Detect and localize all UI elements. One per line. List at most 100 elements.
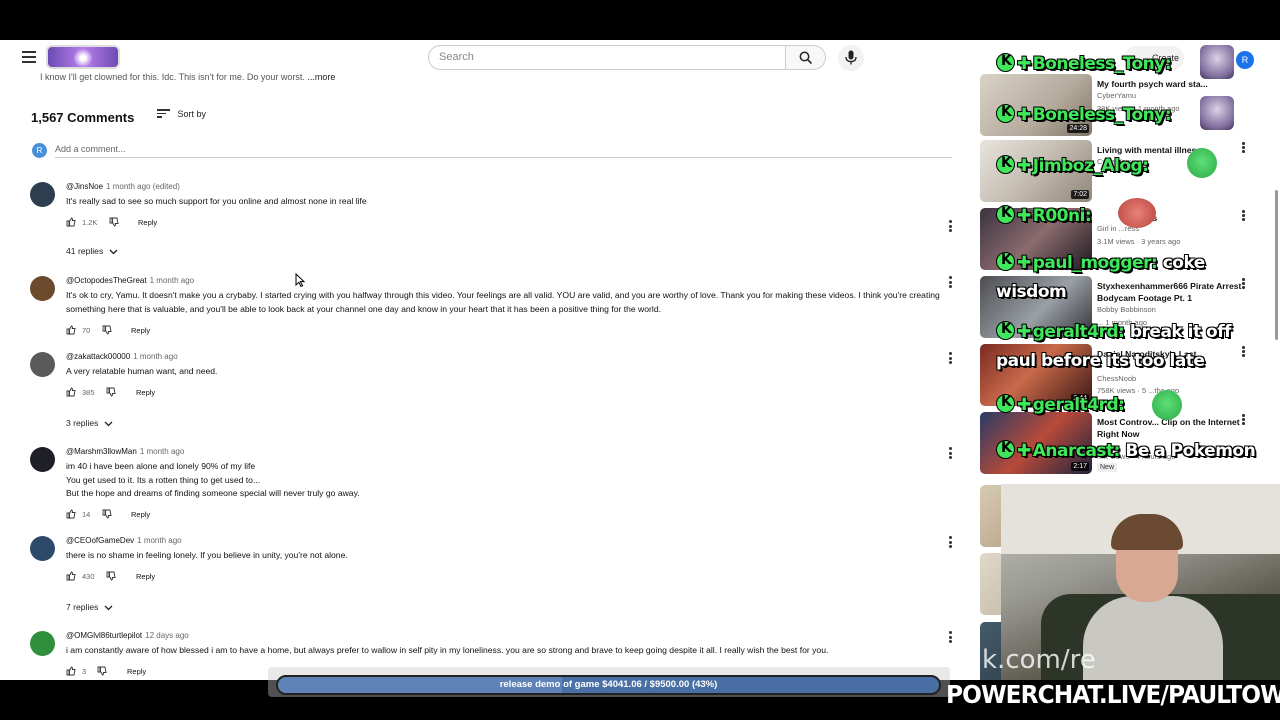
comment-text: there is no shame in feeling lonely. If … <box>66 550 348 560</box>
avatar[interactable] <box>30 631 55 656</box>
avatar[interactable]: R <box>1236 51 1254 69</box>
video-title[interactable]: My fourth psych ward sta... <box>1097 78 1249 90</box>
search-input[interactable]: Search <box>428 45 786 70</box>
more-options-icon[interactable] <box>1242 142 1248 154</box>
chat-text: Be a Pokemon <box>1125 441 1256 461</box>
reply-button[interactable]: Reply <box>131 510 150 519</box>
description-text: I know I'll get clowned for this. Idc. T… <box>40 72 305 82</box>
chevron-down-icon <box>105 421 113 427</box>
avatar[interactable] <box>30 182 55 207</box>
lips-emote-icon <box>1118 198 1156 228</box>
reply-button[interactable]: Reply <box>131 326 150 335</box>
comment-author[interactable]: @zakattack00000 <box>66 352 130 361</box>
video-title[interactable]: Most Controv... Clip on the Internet Rig… <box>1097 416 1249 440</box>
view-replies-button[interactable]: 7 replies <box>66 602 113 612</box>
chat-text: coke <box>1162 253 1206 273</box>
menu-icon[interactable] <box>22 51 36 63</box>
chat-message: ✚Boneless_Tony: <box>996 104 1172 125</box>
comment-author[interactable]: @CEOofGameDev <box>66 536 134 545</box>
dislike-icon[interactable] <box>109 217 119 227</box>
dislike-icon[interactable] <box>102 325 112 335</box>
like-icon[interactable] <box>66 325 76 335</box>
more-options-icon[interactable] <box>1242 210 1248 222</box>
voice-search-button[interactable] <box>838 45 864 71</box>
comment-item: @CEOofGameDev 1 month ago there is no sha… <box>30 536 960 616</box>
comment-text: A very relatable human want, and need. <box>66 366 218 376</box>
dislike-icon[interactable] <box>106 387 116 397</box>
comment-header: @OMGlvl86turtlepilot 12 days ago <box>66 631 189 640</box>
like-icon[interactable] <box>66 509 76 519</box>
sort-label: Sort by <box>177 109 207 119</box>
like-count: 430 <box>82 572 95 581</box>
reply-button[interactable]: Reply <box>138 218 157 227</box>
replies-count: 7 replies <box>66 602 99 612</box>
comment-time[interactable]: 1 month ago <box>150 276 194 285</box>
comment-author[interactable]: @OctopodesTheGreat <box>66 276 147 285</box>
more-options-icon[interactable] <box>1242 346 1248 358</box>
comment-header: @JinsNoe 1 month ago (edited) <box>66 182 180 191</box>
channel-name[interactable]: CyberYamu <box>1097 91 1136 100</box>
channel-name[interactable]: ChessNoob <box>1097 374 1136 383</box>
comment-line: You get used to it. Its a rotten thing t… <box>66 474 261 485</box>
kick-icon <box>996 104 1015 123</box>
kick-icon <box>996 155 1015 174</box>
chat-message: ✚paul_mogger: coke <box>996 252 1205 273</box>
like-icon[interactable] <box>66 666 76 676</box>
show-more-link[interactable]: ...more <box>307 72 335 82</box>
avatar[interactable] <box>30 536 55 561</box>
like-icon[interactable] <box>66 217 76 227</box>
comment-author[interactable]: @OMGlvl86turtlepilot <box>66 631 142 640</box>
channel-name[interactable]: Bobby Bobbinson <box>1097 305 1156 314</box>
like-count: 385 <box>82 388 95 397</box>
comment-time[interactable]: 1 month ago <box>133 352 177 361</box>
comment-time[interactable]: 1 month ago <box>137 536 181 545</box>
search-button[interactable] <box>786 45 826 70</box>
more-options-icon[interactable] <box>945 536 955 550</box>
comment-time[interactable]: 12 days ago <box>145 631 189 640</box>
chat-username: R00ni: <box>1032 206 1092 226</box>
chat-message: wisdom <box>996 282 1067 302</box>
more-options-icon[interactable] <box>1242 278 1248 290</box>
view-replies-button[interactable]: 41 replies <box>66 246 118 256</box>
like-count: 1.2K <box>82 218 98 227</box>
comment-time[interactable]: 1 month ago (edited) <box>106 182 180 191</box>
more-options-icon[interactable] <box>1242 414 1248 426</box>
video-duration: 24:28 <box>1067 124 1089 133</box>
view-replies-button[interactable]: 3 replies <box>66 418 113 428</box>
video-title[interactable]: Styxhexenhammer666 Pirate Arrest Bodycam… <box>1097 280 1249 304</box>
more-options-icon[interactable] <box>945 276 955 290</box>
avatar[interactable] <box>30 352 55 377</box>
comment-author[interactable]: @Marshm3llowMan <box>66 447 137 456</box>
description-snippet: I know I'll get clowned for this. Idc. T… <box>40 72 335 82</box>
like-icon[interactable] <box>66 387 76 397</box>
reply-button[interactable]: Reply <box>127 667 146 676</box>
new-badge: New <box>1097 463 1118 472</box>
dislike-icon[interactable] <box>97 666 107 676</box>
more-options-icon[interactable] <box>945 352 955 366</box>
comment-count: 1,567 Comments <box>31 110 135 125</box>
video-duration: 7:02 <box>1071 190 1089 199</box>
sort-by-button[interactable]: Sort by <box>157 109 206 120</box>
chevron-down-icon <box>109 249 118 255</box>
chat-message: paul before its too late <box>996 351 1205 371</box>
scrollbar[interactable] <box>1275 190 1278 340</box>
donation-goal-text: release demo of game $4041.06 / $9500.00… <box>499 679 718 690</box>
reply-button[interactable]: Reply <box>136 388 155 397</box>
comment-item: @zakattack00000 1 month ago A very relata… <box>30 352 960 432</box>
more-options-icon[interactable] <box>945 220 955 234</box>
chat-username: Jimboz_Alog: <box>1032 156 1149 176</box>
comment-time[interactable]: 1 month ago <box>140 447 184 456</box>
channel-logo[interactable] <box>46 45 120 69</box>
like-icon[interactable] <box>66 571 76 581</box>
add-comment-input[interactable]: Add a comment... <box>55 144 952 158</box>
more-options-icon[interactable] <box>945 447 955 461</box>
avatar[interactable] <box>30 447 55 472</box>
comment-author[interactable]: @JinsNoe <box>66 182 103 191</box>
dislike-icon[interactable] <box>102 509 112 519</box>
dislike-icon[interactable] <box>106 571 116 581</box>
reply-button[interactable]: Reply <box>136 572 155 581</box>
avatar[interactable] <box>30 276 55 301</box>
smile-emote-icon <box>1152 390 1182 420</box>
more-options-icon[interactable] <box>945 631 955 645</box>
scared-emote-icon <box>1187 148 1217 178</box>
